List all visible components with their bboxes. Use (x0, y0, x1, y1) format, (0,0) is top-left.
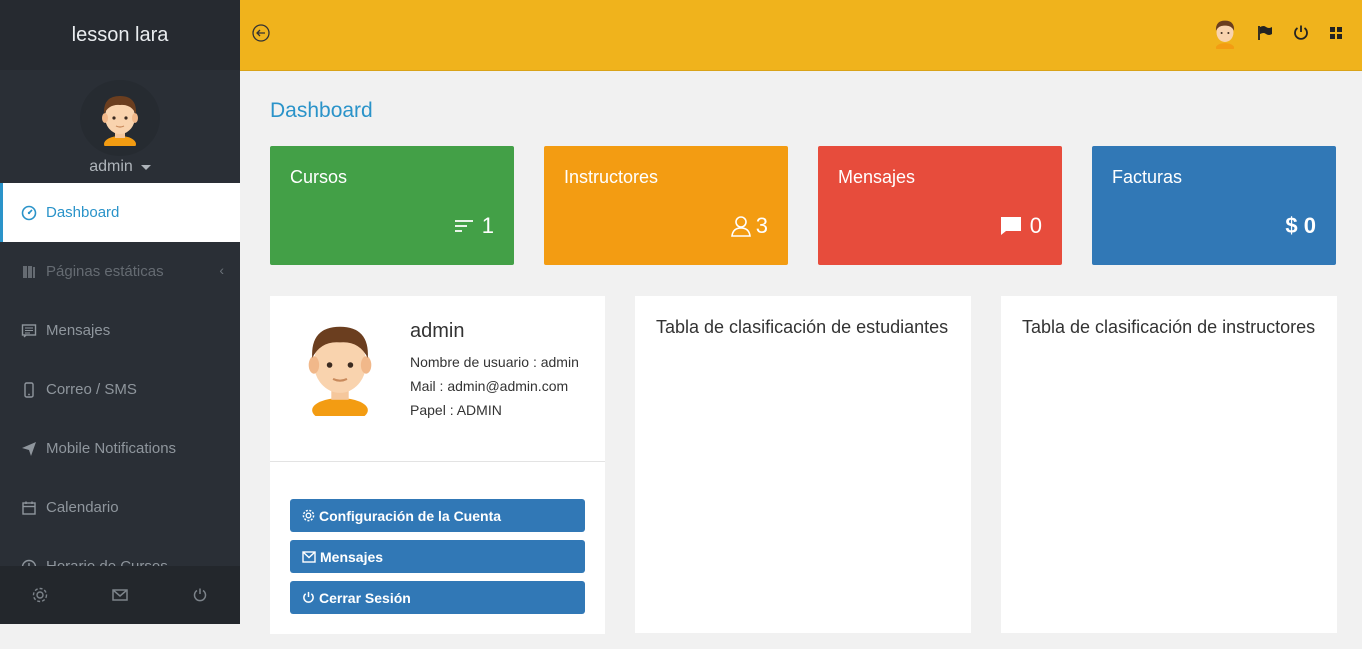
gear-icon (302, 509, 315, 522)
send-icon (20, 440, 38, 458)
avatar (300, 314, 380, 423)
power-icon[interactable] (1292, 24, 1310, 42)
user-icon (730, 216, 751, 237)
book-icon (20, 263, 38, 281)
profile-info: admin Nombre de usuario : admin Mail : a… (270, 296, 605, 462)
sidebar-item-label: Calendario (46, 499, 119, 516)
button-label: Mensajes (320, 548, 384, 565)
sidebar-item-mobile-notifications[interactable]: Mobile Notifications (0, 419, 240, 478)
page-title: Dashboard (270, 99, 373, 122)
user-name: admin (89, 158, 133, 175)
stat-value-wrap: 1 (454, 213, 494, 239)
sidebar-item-label: Correo / SMS (46, 381, 137, 398)
panel-title: Tabla de clasificación de estudiantes (656, 317, 949, 337)
phone-icon (20, 381, 38, 399)
sidebar-item-label: Páginas estáticas (46, 263, 164, 280)
avatar-icon (102, 96, 138, 146)
user-avatar-icon[interactable] (1212, 17, 1238, 49)
button-label: Cerrar Sesión (319, 589, 411, 606)
sidebar-item-label: Mobile Notifications (46, 440, 177, 457)
stat-card-messages[interactable]: Mensajes 0 (818, 146, 1062, 265)
sort-lines-icon (454, 220, 473, 232)
comment-icon (1000, 217, 1021, 235)
sidebar-item-static-pages[interactable]: Páginas estáticas ‹ (0, 242, 240, 301)
power-icon[interactable] (180, 575, 220, 615)
sidebar-item-calendar[interactable]: Calendario (0, 478, 240, 537)
settings-icon[interactable] (20, 575, 60, 615)
sidebar-footer (0, 566, 240, 624)
sidebar-item-label: Mensajes (46, 322, 111, 339)
stat-value-wrap: 0 (1000, 213, 1042, 239)
stat-value: $ 0 (1285, 213, 1316, 238)
envelope-icon (302, 550, 316, 563)
stat-value: 1 (481, 213, 494, 238)
topbar (240, 0, 1362, 71)
account-settings-button[interactable]: Configuración de la Cuenta (290, 499, 585, 532)
stat-label: Instructores (564, 167, 659, 187)
grid-icon[interactable] (1328, 25, 1344, 41)
stat-card-courses[interactable]: Cursos 1 (270, 146, 514, 265)
instructors-leaderboard-panel: Tabla de clasificación de instructores (1001, 296, 1337, 633)
user-dropdown[interactable]: admin (89, 158, 151, 176)
stat-label: Cursos (290, 167, 348, 187)
avatar-icon (308, 326, 372, 423)
panel-title: Tabla de clasificación de instructores (1022, 317, 1316, 337)
sidebar-item-label: Dashboard (46, 204, 120, 221)
flag-icon[interactable] (1256, 24, 1274, 42)
stat-card-invoices[interactable]: Facturas $ 0 (1092, 146, 1336, 265)
messages-button[interactable]: Mensajes (290, 540, 585, 573)
profile-panel: admin Nombre de usuario : admin Mail : a… (270, 296, 605, 634)
stat-value-wrap: $ 0 (1285, 213, 1316, 239)
stat-label: Mensajes (838, 167, 916, 187)
power-icon (303, 591, 314, 603)
button-label: Configuración de la Cuenta (319, 507, 502, 524)
caret-down-icon (140, 164, 151, 170)
calendar-icon (20, 499, 38, 517)
dashboard-icon (20, 204, 38, 222)
sidebar-item-dashboard[interactable]: Dashboard (0, 183, 240, 242)
profile-name: admin (410, 320, 465, 342)
stat-card-instructors[interactable]: Instructores 3 (544, 146, 788, 265)
profile-username: Nombre de usuario : admin (410, 354, 579, 370)
topbar-actions (1212, 17, 1344, 49)
logout-button[interactable]: Cerrar Sesión (290, 581, 585, 614)
students-leaderboard-panel: Tabla de clasificación de estudiantes (635, 296, 971, 633)
sidebar: lesson lara admin Dashboard Páginas está… (0, 0, 240, 624)
mail-icon[interactable] (100, 575, 140, 615)
profile-mail: Mail : admin@admin.com (410, 378, 569, 394)
sidebar-item-messages[interactable]: Mensajes (0, 301, 240, 360)
avatar (80, 80, 160, 156)
stat-label: Facturas (1112, 167, 1183, 187)
message-icon (20, 322, 38, 340)
chevron-left-icon: ‹ (219, 262, 224, 278)
sidebar-item-mail-sms[interactable]: Correo / SMS (0, 360, 240, 419)
profile-role: Papel : ADMIN (410, 402, 502, 418)
stat-value: 3 (755, 213, 768, 238)
brand-title[interactable]: lesson lara (0, 0, 240, 70)
sidebar-profile: admin (0, 70, 240, 183)
collapse-sidebar-icon[interactable] (250, 22, 272, 44)
stat-value-wrap: 3 (730, 213, 768, 239)
stat-value: 0 (1029, 213, 1042, 238)
